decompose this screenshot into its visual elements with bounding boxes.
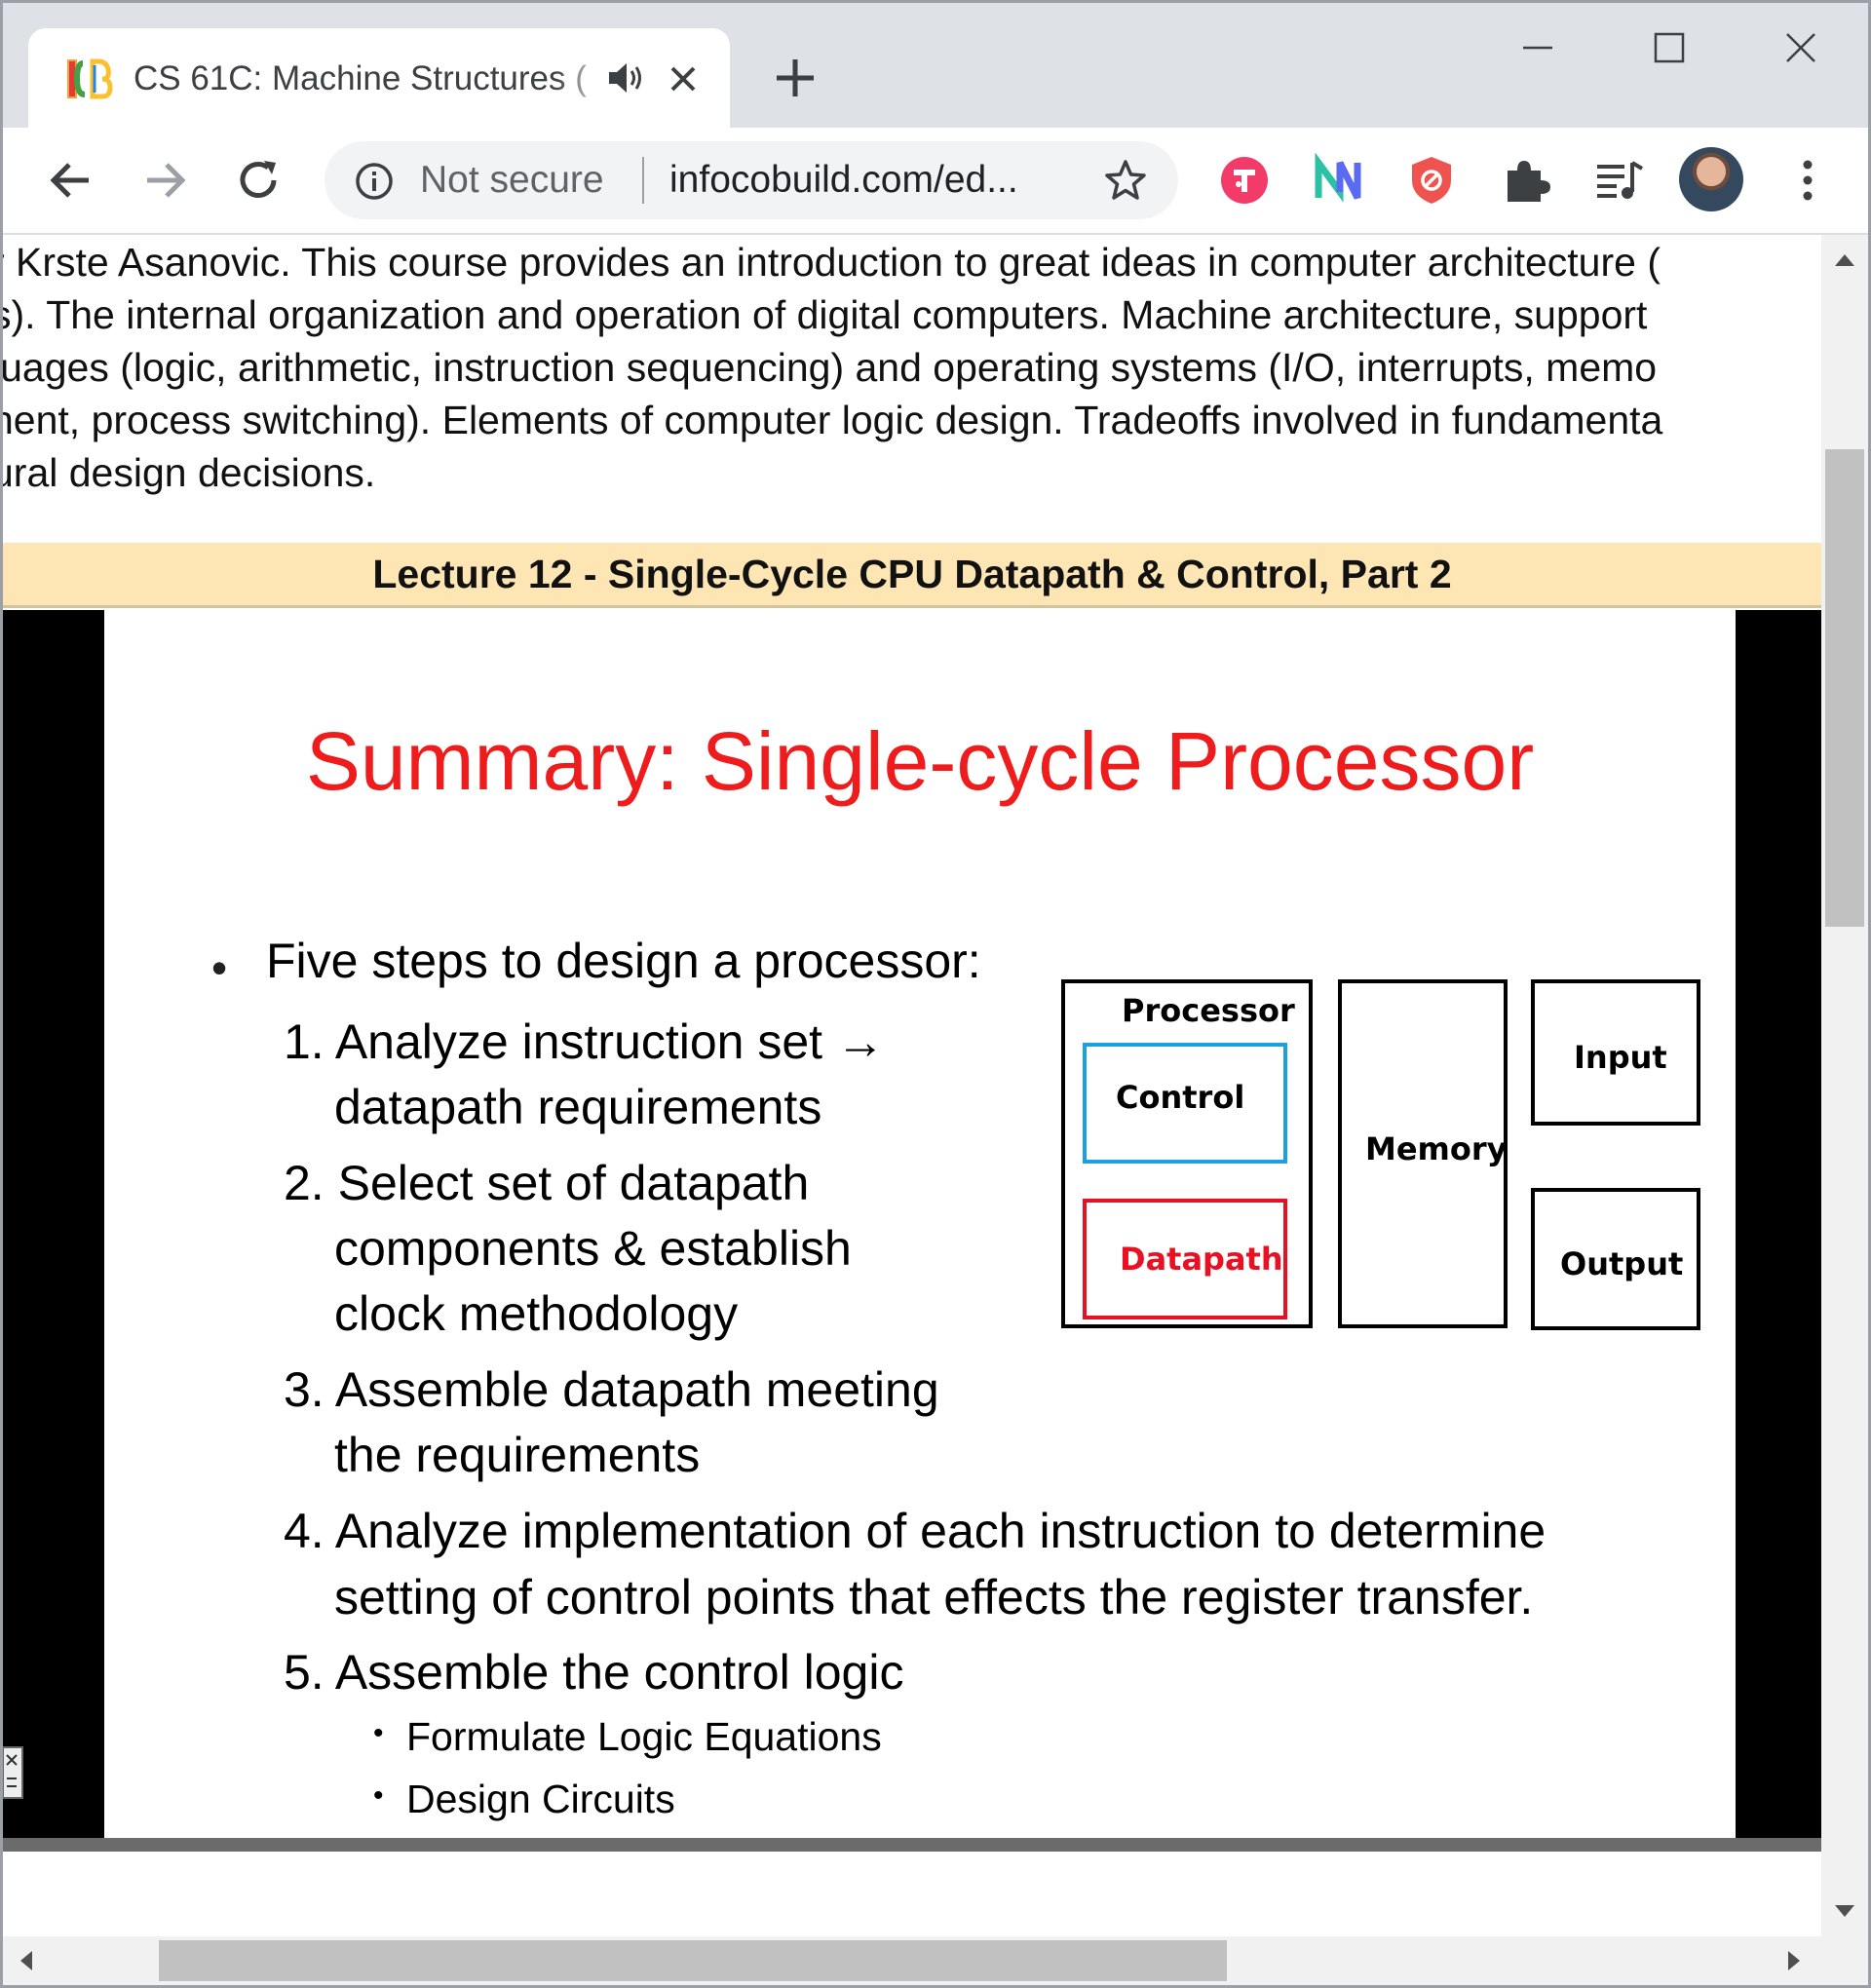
- lecture-slide: Summary: Single-cycle Processor • Five s…: [104, 610, 1736, 1838]
- scroll-down-arrow-icon[interactable]: [1833, 1903, 1856, 1919]
- tab-title: CS 61C: Machine Structures (: [134, 59, 587, 97]
- close-window-icon[interactable]: [1757, 22, 1845, 81]
- input-label: Input: [1574, 1039, 1667, 1076]
- lecture-title: Lecture 12 - Single-Cycle CPU Datapath &…: [372, 552, 1452, 596]
- caption-toggle-icon[interactable]: [3, 1745, 32, 1804]
- description-line: s). The internal organization and operat…: [3, 292, 1648, 337]
- control-box: Control: [1083, 1043, 1287, 1164]
- back-arrow-icon[interactable]: [44, 153, 98, 208]
- slide-bullet: Five steps to design a processor:: [266, 934, 981, 988]
- output-label: Output: [1560, 1245, 1684, 1282]
- address-bar[interactable]: Not secure infocobuild.com/ed...: [325, 141, 1178, 219]
- vertical-scroll-thumb[interactable]: [1825, 449, 1864, 927]
- memory-label: Memory: [1365, 1130, 1508, 1167]
- security-label[interactable]: Not secure: [420, 155, 604, 206]
- site-favicon-icon: [67, 58, 113, 99]
- scroll-left-arrow-icon[interactable]: [19, 1949, 34, 1972]
- step-2-line-2: components & establish: [334, 1221, 852, 1276]
- processor-label: Processor: [1122, 992, 1295, 1029]
- more-menu-icon[interactable]: [1780, 153, 1835, 208]
- extension-n-logo-icon[interactable]: [1311, 153, 1365, 208]
- extension-red-badge-icon[interactable]: [1217, 153, 1272, 208]
- subitem-1: Formulate Logic Equations: [406, 1714, 882, 1759]
- address-separator: [642, 157, 644, 204]
- forward-arrow-icon[interactable]: [137, 153, 192, 208]
- media-queue-icon[interactable]: [1591, 153, 1646, 208]
- datapath-box: Datapath: [1083, 1199, 1287, 1319]
- description-line: ural design decisions.: [3, 450, 376, 495]
- url-text[interactable]: infocobuild.com/ed...: [669, 155, 1018, 206]
- description-line: r Krste Asanovic. This course provides a…: [3, 240, 1661, 285]
- profile-avatar[interactable]: [1679, 147, 1743, 211]
- shield-icon[interactable]: [1404, 153, 1459, 208]
- tab-strip: CS 61C: Machine Structures (: [3, 3, 1868, 128]
- control-label: Control: [1116, 1079, 1245, 1116]
- maximize-window-icon[interactable]: [1625, 22, 1713, 81]
- subitem-2: Design Circuits: [406, 1777, 675, 1821]
- reload-icon[interactable]: [231, 153, 286, 208]
- slide-title: Summary: Single-cycle Processor: [305, 715, 1535, 807]
- step-5-line-1: 5. Assemble the control logic: [284, 1645, 904, 1700]
- browser-tab[interactable]: CS 61C: Machine Structures (: [28, 28, 730, 128]
- speaker-icon[interactable]: [603, 56, 648, 100]
- video-player[interactable]: Summary: Single-cycle Processor • Five s…: [3, 610, 1821, 1838]
- datapath-label: Datapath: [1120, 1241, 1283, 1278]
- info-icon[interactable]: [354, 161, 395, 202]
- bookmark-star-icon[interactable]: [1102, 157, 1149, 204]
- horizontal-scrollbar[interactable]: [3, 1936, 1868, 1985]
- step-2-line-3: clock methodology: [334, 1286, 739, 1341]
- scroll-right-arrow-icon[interactable]: [1786, 1949, 1802, 1972]
- output-box: Output: [1531, 1188, 1700, 1330]
- horizontal-scroll-thumb[interactable]: [159, 1940, 1227, 1981]
- description-line: juages (logic, arithmetic, instruction s…: [3, 345, 1658, 390]
- new-tab-plus-icon[interactable]: [771, 54, 820, 102]
- step-1-line-1: 1. Analyze instruction set →: [284, 1014, 885, 1069]
- close-tab-icon[interactable]: [662, 57, 705, 100]
- extensions-puzzle-icon[interactable]: [1498, 153, 1552, 208]
- bullet-dot: •: [211, 942, 228, 993]
- input-box: Input: [1531, 979, 1700, 1126]
- step-3-line-1: 3. Assemble datapath meeting: [284, 1362, 939, 1417]
- description-line: nent, process switching). Elements of co…: [3, 398, 1663, 442]
- sub-bullet-dot: •: [373, 1717, 384, 1749]
- scroll-up-arrow-icon[interactable]: [1833, 252, 1856, 268]
- sub-bullet-dot: •: [373, 1779, 384, 1812]
- browser-window: CS 61C: Machine Structures (Not secure …: [0, 0, 1871, 1988]
- step-4-line-1: 4. Analyze implementation of each instru…: [284, 1504, 1546, 1558]
- memory-box: Memory: [1338, 979, 1508, 1328]
- vertical-scrollbar[interactable]: [1821, 235, 1868, 1936]
- video-seek-bar[interactable]: [3, 1838, 1821, 1852]
- step-3-line-2: the requirements: [334, 1428, 701, 1482]
- minimize-window-icon[interactable]: [1494, 22, 1582, 81]
- step-1-line-2: datapath requirements: [334, 1080, 822, 1134]
- step-2-line-1: 2. Select set of datapath: [284, 1156, 810, 1210]
- page-content: r Krste Asanovic. This course provides a…: [3, 235, 1821, 1936]
- lecture-header-bar: Lecture 12 - Single-Cycle CPU Datapath &…: [3, 543, 1821, 608]
- step-4-line-2: setting of control points that effects t…: [334, 1570, 1534, 1625]
- browser-toolbar: Not secure infocobuild.com/ed...: [3, 128, 1868, 235]
